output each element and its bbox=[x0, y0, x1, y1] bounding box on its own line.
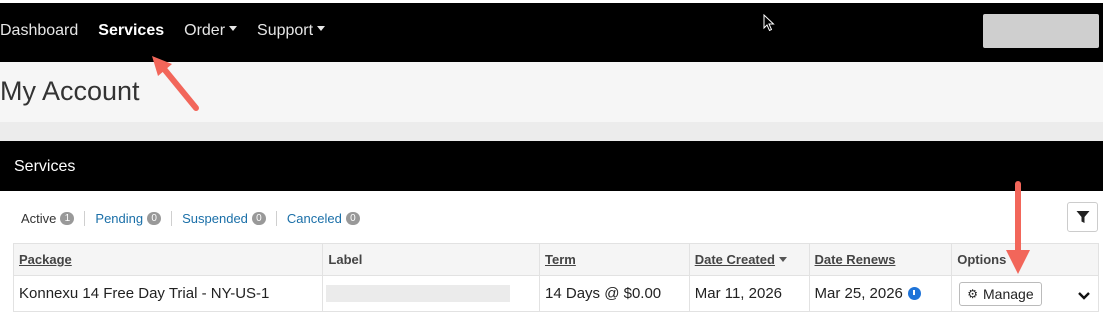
filter-button[interactable] bbox=[1067, 202, 1098, 232]
services-panel-header bbox=[0, 141, 1103, 191]
filter-canceled-label: Canceled bbox=[286, 211, 342, 226]
section-spacer bbox=[0, 122, 1103, 141]
page-title: My Account bbox=[0, 76, 140, 106]
col-header-date-created-label: Date Created bbox=[694, 252, 775, 267]
services-panel-title: Services bbox=[14, 158, 76, 175]
cell-label bbox=[323, 276, 541, 311]
table-row[interactable]: Konnexu 14 Free Day Trial - NY-US-1 14 D… bbox=[13, 276, 1099, 312]
chevron-down-icon[interactable] bbox=[1077, 291, 1091, 301]
nav-support[interactable]: Support bbox=[257, 22, 326, 40]
cell-date-renews-text: Mar 25, 2026 bbox=[814, 285, 903, 302]
filter-active-count: 1 bbox=[60, 212, 75, 225]
nav-support-label: Support bbox=[257, 22, 314, 39]
col-header-package-label: Package bbox=[19, 252, 72, 267]
filter-suspended[interactable]: Suspended 0 bbox=[171, 211, 276, 226]
cell-term-text: 14 Days @ $0.00 bbox=[545, 285, 662, 302]
col-header-package[interactable]: Package bbox=[14, 244, 324, 275]
filter-canceled[interactable]: Canceled 0 bbox=[275, 211, 370, 226]
col-header-date-renews[interactable]: Date Renews bbox=[810, 244, 953, 275]
col-header-term-label: Term bbox=[545, 252, 576, 267]
main-nav: Dashboard Services Order Support bbox=[0, 22, 345, 40]
navbar-top-border bbox=[0, 0, 1103, 3]
filter-active[interactable]: Active 1 bbox=[21, 211, 84, 226]
col-header-options-label: Options bbox=[957, 252, 1007, 267]
table-header-row: Package Label Term Date Created Date Ren… bbox=[13, 243, 1099, 276]
filter-active-label: Active bbox=[21, 211, 57, 226]
col-header-label-text: Label bbox=[328, 252, 363, 267]
filter-canceled-count: 0 bbox=[345, 212, 360, 225]
red-arrow-icon bbox=[1006, 181, 1030, 274]
chevron-down-icon bbox=[229, 26, 238, 32]
chevron-down-icon bbox=[317, 26, 326, 32]
cell-date-created-text: Mar 11, 2026 bbox=[694, 285, 783, 302]
filter-suspended-label: Suspended bbox=[182, 211, 248, 226]
nav-order[interactable]: Order bbox=[184, 22, 238, 40]
nav-dashboard[interactable]: Dashboard bbox=[0, 22, 78, 40]
sort-desc-icon bbox=[778, 257, 787, 262]
filter-funnel-icon bbox=[1076, 211, 1089, 223]
red-arrow-icon bbox=[152, 56, 199, 111]
user-account-menu[interactable] bbox=[983, 14, 1099, 48]
col-header-date-created[interactable]: Date Created bbox=[690, 244, 810, 275]
nav-order-label: Order bbox=[184, 22, 226, 39]
clock-icon bbox=[907, 287, 921, 300]
manage-button-label: Manage bbox=[983, 285, 1034, 302]
nav-services[interactable]: Services bbox=[98, 22, 164, 40]
col-header-term[interactable]: Term bbox=[540, 244, 690, 275]
filter-pending-label: Pending bbox=[95, 211, 144, 226]
cell-date-created: Mar 11, 2026 bbox=[690, 276, 810, 311]
cell-term: 14 Days @ $0.00 bbox=[540, 276, 690, 311]
filter-suspended-count: 0 bbox=[251, 212, 266, 225]
label-placeholder bbox=[326, 285, 511, 302]
col-header-date-renews-label: Date Renews bbox=[814, 252, 896, 267]
filter-pending[interactable]: Pending 0 bbox=[84, 211, 171, 226]
cell-date-renews: Mar 25, 2026 bbox=[810, 276, 953, 311]
mouse-pointer-icon bbox=[763, 14, 775, 32]
manage-button[interactable]: ⚙ Manage bbox=[959, 281, 1042, 306]
cell-package-text: Konnexu 14 Free Day Trial - NY-US-1 bbox=[19, 285, 270, 302]
filter-pending-count: 0 bbox=[147, 212, 162, 225]
status-filter-tabs: Active 1 Pending 0 Suspended 0 Canceled 0 bbox=[21, 211, 370, 226]
services-table: Package Label Term Date Created Date Ren… bbox=[13, 243, 1099, 312]
cell-package: Konnexu 14 Free Day Trial - NY-US-1 bbox=[14, 276, 324, 311]
col-header-label: Label bbox=[323, 244, 541, 275]
gear-icon: ⚙ bbox=[967, 286, 979, 301]
